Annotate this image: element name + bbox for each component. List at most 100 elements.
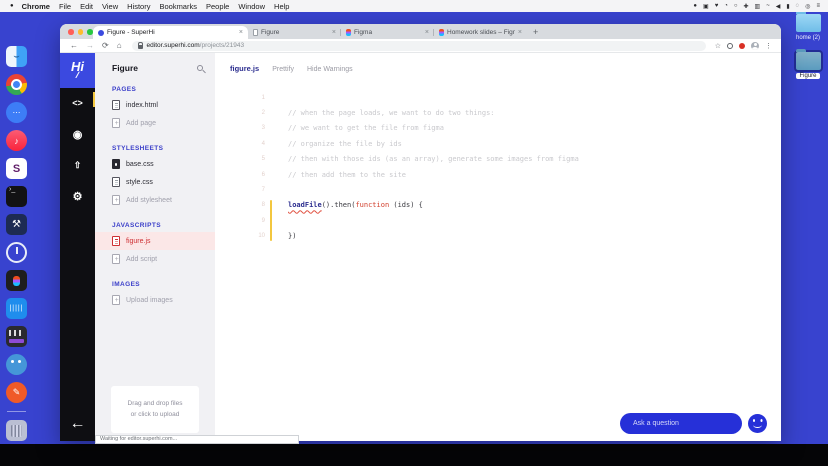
menubar-item-file[interactable]: File xyxy=(59,2,71,11)
forward-icon[interactable]: → xyxy=(86,41,94,50)
status-icon-6[interactable]: ✚ xyxy=(744,3,749,10)
wifi-icon[interactable]: ~ xyxy=(766,3,770,9)
line-number: 4 xyxy=(261,140,265,147)
macos-dock: ⌣ ⋯ ♪ S ›_ ⚒ ||||| ✎ xyxy=(3,46,30,441)
superhi-logo[interactable]: Hi / xyxy=(60,53,95,88)
extension-badge-icon[interactable] xyxy=(739,42,745,49)
menubar-item-chrome[interactable]: Chrome xyxy=(22,2,50,11)
dock-trash-icon[interactable] xyxy=(6,420,27,441)
dock-slack-icon[interactable]: S xyxy=(6,158,27,179)
code-statement: loadFile().then(function (ids) { xyxy=(265,201,423,209)
url-host: editor.superhi.com xyxy=(146,42,200,49)
tab-close-icon[interactable]: × xyxy=(425,29,429,36)
home-icon[interactable]: ⌂ xyxy=(117,41,122,50)
status-icon-3[interactable]: ♥ xyxy=(715,3,719,9)
file-label: Add stylesheet xyxy=(126,196,172,204)
display-icon[interactable]: ▥ xyxy=(755,3,761,10)
code-comment: // we want to get the file from figma xyxy=(288,124,444,133)
add-stylesheet-button[interactable]: Add stylesheet xyxy=(95,191,215,209)
file-label: figure.js xyxy=(126,237,151,245)
line-number: 7 xyxy=(261,187,265,194)
address-bar[interactable]: editor.superhi.com /projects/21943 xyxy=(131,40,706,51)
dock-terminal-icon[interactable]: ›_ xyxy=(6,186,27,207)
dock-finder-icon[interactable]: ⌣ xyxy=(6,46,27,67)
dock-twitter-icon[interactable] xyxy=(6,354,27,375)
add-script-button[interactable]: Add script xyxy=(95,250,215,268)
dock-drawing-app-icon[interactable]: ✎ xyxy=(6,382,27,403)
status-icon-2[interactable]: ▣ xyxy=(703,3,709,10)
close-window-button[interactable] xyxy=(68,29,74,35)
file-label: Add script xyxy=(126,255,158,263)
file-item-base-css[interactable]: base.css xyxy=(95,155,215,173)
new-tab-button[interactable]: + xyxy=(533,27,538,39)
dropzone-text-2: or click to upload xyxy=(130,410,180,418)
preview-eye-icon[interactable]: ◉ xyxy=(73,127,83,141)
status-icon-5[interactable]: ○ xyxy=(734,3,738,9)
tab-figma[interactable]: Figma × xyxy=(341,26,434,39)
siri-icon[interactable]: ◎ xyxy=(805,3,810,10)
menubar-item-edit[interactable]: Edit xyxy=(80,2,93,11)
search-icon[interactable] xyxy=(197,65,203,71)
reload-icon[interactable]: ⟳ xyxy=(102,41,109,50)
menubar-item-window[interactable]: Window xyxy=(238,2,265,11)
code-view-icon[interactable]: <> xyxy=(72,96,83,110)
dock-xcode-icon[interactable]: ⚒ xyxy=(6,214,27,235)
dock-messages-icon[interactable]: ⋯ xyxy=(6,102,27,123)
dock-figma-icon[interactable] xyxy=(6,270,27,291)
dock-clock-icon[interactable] xyxy=(6,242,27,263)
tab-homework-slides[interactable]: Homework slides – Figma × xyxy=(434,26,527,39)
prettify-button[interactable]: Prettify xyxy=(272,66,294,73)
file-item-index-html[interactable]: index.html xyxy=(95,96,215,114)
file-item-figure-js[interactable]: figure.js xyxy=(95,232,215,250)
section-header: JAVASCRIPTS xyxy=(112,222,161,229)
dock-music-icon[interactable]: ♪ xyxy=(6,130,27,151)
ask-question-input[interactable]: Ask a question xyxy=(620,413,742,434)
macos-menubar: ● Chrome File Edit View History Bookmark… xyxy=(0,0,828,12)
menubar-item-bookmarks[interactable]: Bookmarks xyxy=(159,2,197,11)
volume-icon[interactable]: ◀ xyxy=(776,3,781,10)
upload-share-icon[interactable]: ⇧ xyxy=(74,158,82,172)
menubar-item-history[interactable]: History xyxy=(127,2,150,11)
tab-close-icon[interactable]: × xyxy=(518,29,522,36)
tab-figure[interactable]: Figure × xyxy=(248,26,341,39)
code-area[interactable]: 1 2 // when the page loads, we want to d… xyxy=(215,90,781,244)
bookmark-star-icon[interactable]: ☆ xyxy=(715,42,721,50)
menubar-item-people[interactable]: People xyxy=(206,2,229,11)
extension-icon[interactable] xyxy=(727,42,733,49)
keyword-token: function xyxy=(355,201,390,210)
back-icon[interactable]: ← xyxy=(70,41,78,50)
tab-close-icon[interactable]: × xyxy=(239,29,243,36)
apple-menu-icon[interactable]: ● xyxy=(10,3,14,9)
add-page-button[interactable]: Add page xyxy=(95,114,215,132)
tab-close-icon[interactable]: × xyxy=(332,29,336,36)
status-icon-4[interactable]: ◔ xyxy=(724,3,728,9)
file-item-style-css[interactable]: style.css xyxy=(95,173,215,191)
settings-gear-icon[interactable]: ⚙ xyxy=(73,189,83,203)
spotlight-icon[interactable]: ◌ xyxy=(796,3,800,9)
hide-warnings-button[interactable]: Hide Warnings xyxy=(307,66,353,73)
battery-icon[interactable]: ▮ xyxy=(786,3,789,10)
dock-media-app-icon[interactable] xyxy=(6,326,27,347)
chrome-menu-icon[interactable]: ⋮ xyxy=(765,42,772,50)
dock-chrome-icon[interactable] xyxy=(6,74,27,95)
menubar-item-help[interactable]: Help xyxy=(274,2,289,11)
minimize-window-button[interactable] xyxy=(77,29,83,35)
back-arrow-button[interactable]: ← xyxy=(60,415,95,433)
menubar-item-view[interactable]: View xyxy=(102,2,118,11)
desktop-folder-figure[interactable]: Figure xyxy=(786,49,828,79)
file-dropzone[interactable]: Drag and drop files or click to upload xyxy=(111,386,199,433)
file-label: Add page xyxy=(126,119,156,127)
line-number: 10 xyxy=(258,233,265,240)
code-line: 9 xyxy=(215,213,781,228)
status-icon-1[interactable]: ● xyxy=(693,3,697,9)
desktop-folder-home[interactable]: home (2) xyxy=(786,11,828,41)
profile-avatar[interactable] xyxy=(751,41,759,50)
tab-label: Figure xyxy=(261,29,280,36)
help-smiley-button[interactable] xyxy=(748,414,767,433)
upload-images-button[interactable]: Upload images xyxy=(95,291,215,309)
section-header: STYLESHEETS xyxy=(112,145,164,152)
notification-center-icon[interactable]: ≡ xyxy=(816,3,820,9)
tab-figure-superhi[interactable]: Figure - SuperHi × xyxy=(93,26,248,39)
zoom-window-button[interactable] xyxy=(87,29,93,35)
dock-intercom-icon[interactable]: ||||| xyxy=(6,298,27,319)
